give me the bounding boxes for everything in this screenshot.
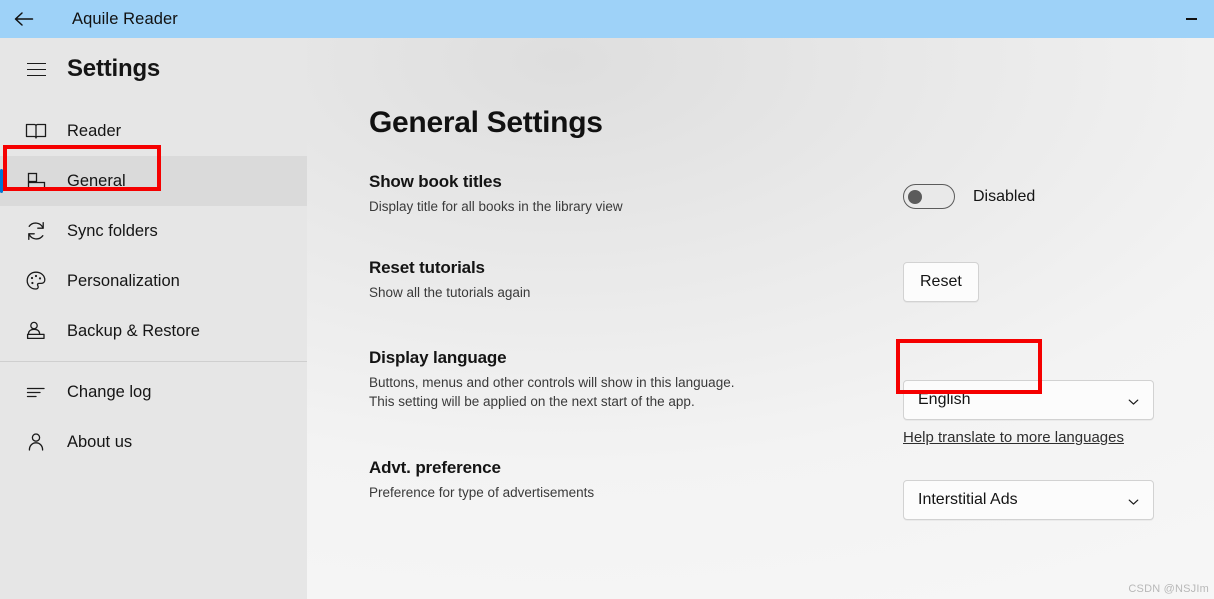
palette-icon bbox=[14, 265, 58, 297]
minimize-icon bbox=[1185, 18, 1197, 20]
advt-preference-select[interactable]: Interstitial Ads bbox=[903, 480, 1154, 520]
setting-control: Disabled bbox=[903, 184, 1035, 209]
sidebar-item-label: Sync folders bbox=[67, 221, 158, 240]
setting-control: Reset bbox=[903, 262, 979, 302]
app-window: Aquile Reader Settings Reader General Sy… bbox=[0, 0, 1214, 599]
sidebar-item-backup-restore[interactable]: Backup & Restore bbox=[0, 306, 307, 356]
hamburger-icon[interactable] bbox=[14, 49, 58, 89]
advt-preference-value: Interstitial Ads bbox=[918, 491, 1018, 508]
sidebar-item-label: About us bbox=[67, 432, 133, 451]
sidebar-item-label: Change log bbox=[67, 382, 152, 401]
window-controls bbox=[1168, 0, 1214, 38]
page-title: General Settings bbox=[369, 106, 603, 139]
sidebar-item-personalization[interactable]: Personalization bbox=[0, 256, 307, 306]
app-title: Aquile Reader bbox=[72, 9, 178, 28]
help-translate-link[interactable]: Help translate to more languages bbox=[903, 429, 1124, 446]
sidebar-item-reader[interactable]: Reader bbox=[0, 106, 307, 156]
chevron-down-icon bbox=[1128, 495, 1139, 506]
sidebar-divider bbox=[0, 361, 307, 362]
show-book-titles-toggle[interactable] bbox=[903, 184, 955, 209]
sidebar-item-label: General bbox=[67, 171, 126, 190]
sidebar-item-label: Backup & Restore bbox=[67, 321, 200, 340]
setting-description: Buttons, menus and other controls will s… bbox=[369, 375, 735, 409]
minimize-button[interactable] bbox=[1168, 0, 1214, 38]
setting-description: Preference for type of advertisements bbox=[369, 485, 595, 500]
list-lines-icon bbox=[14, 376, 58, 408]
sidebar-header: Settings bbox=[0, 38, 307, 100]
sidebar-nav: Reader General Sync folders Personalizat… bbox=[0, 100, 307, 467]
setting-title: Display language bbox=[369, 348, 507, 367]
sidebar-item-sync-folders[interactable]: Sync folders bbox=[0, 206, 307, 256]
sidebar: Settings Reader General Sync folders Per… bbox=[0, 38, 307, 599]
chevron-down-icon bbox=[1128, 395, 1139, 406]
book-icon bbox=[14, 115, 58, 147]
sync-icon bbox=[14, 215, 58, 247]
sidebar-heading: Settings bbox=[67, 55, 161, 82]
setting-description: Display title for all books in the libra… bbox=[369, 199, 623, 214]
setting-control: Interstitial Ads bbox=[903, 480, 1154, 520]
sidebar-item-label: Personalization bbox=[67, 271, 180, 290]
setting-title: Advt. preference bbox=[369, 458, 501, 477]
back-arrow-icon bbox=[13, 10, 35, 28]
title-bar: Aquile Reader bbox=[0, 0, 1214, 38]
sidebar-item-change-log[interactable]: Change log bbox=[0, 367, 307, 417]
display-language-select[interactable]: English bbox=[903, 380, 1154, 420]
setting-title: Show book titles bbox=[369, 172, 502, 191]
setting-text: Reset tutorials Show all the tutorials a… bbox=[369, 258, 530, 302]
setting-control: English Help translate to more languages bbox=[903, 380, 1154, 447]
toggle-knob bbox=[908, 189, 922, 204]
sidebar-item-label: Reader bbox=[67, 121, 122, 140]
show-book-titles-toggle-group: Disabled bbox=[903, 184, 1035, 209]
watermark: CSDN @NSJIm bbox=[1128, 583, 1209, 595]
setting-text: Display language Buttons, menus and othe… bbox=[369, 348, 734, 411]
back-button[interactable] bbox=[0, 0, 48, 38]
person-icon bbox=[14, 426, 58, 458]
sidebar-item-general[interactable]: General bbox=[0, 156, 307, 206]
reset-tutorials-button[interactable]: Reset bbox=[903, 262, 979, 302]
setting-description: Show all the tutorials again bbox=[369, 285, 531, 300]
display-language-value: English bbox=[918, 391, 971, 408]
setting-text: Advt. preference Preference for type of … bbox=[369, 458, 594, 502]
backup-restore-icon bbox=[14, 315, 58, 347]
setting-text: Show book titles Display title for all b… bbox=[369, 172, 623, 216]
content-area: General Settings Show book titles Displa… bbox=[307, 38, 1214, 599]
layout-grid-icon bbox=[14, 165, 58, 197]
setting-title: Reset tutorials bbox=[369, 258, 485, 277]
toggle-state-label: Disabled bbox=[973, 187, 1036, 205]
sidebar-item-about-us[interactable]: About us bbox=[0, 417, 307, 467]
